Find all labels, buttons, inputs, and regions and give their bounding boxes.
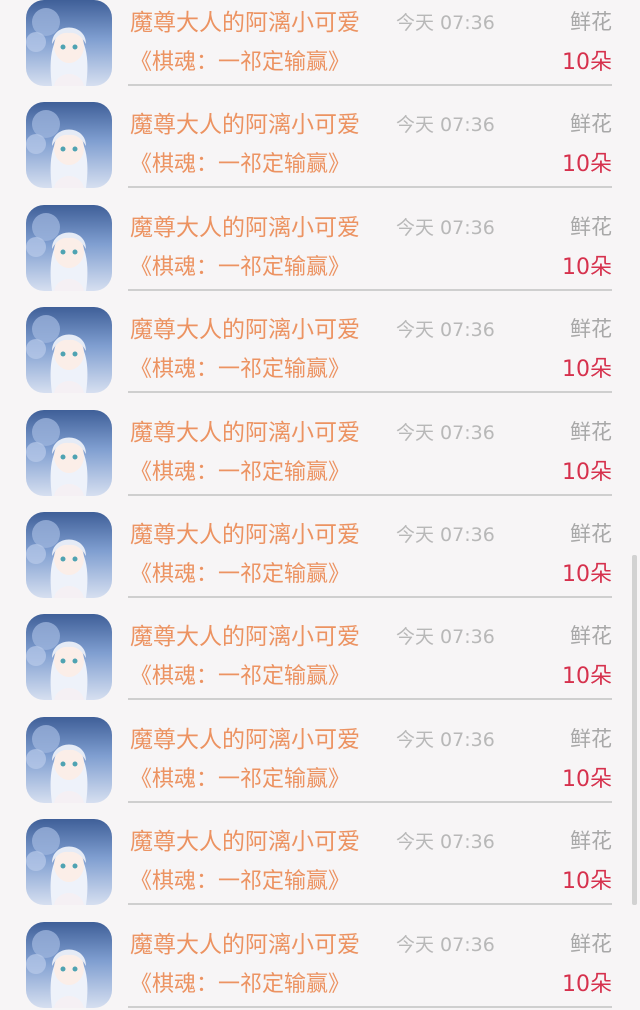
gift-record-list: 魔尊大人的阿漓小可爱 今天 07:36 鲜花 《棋魂：一祁定输赢》 10朵 魔尊…: [0, 0, 640, 1010]
sender-name: 魔尊大人的阿漓小可爱: [130, 419, 360, 446]
list-item[interactable]: 魔尊大人的阿漓小可爱 今天 07:36 鲜花 《棋魂：一祁定输赢》 10朵: [0, 0, 640, 102]
list-item[interactable]: 魔尊大人的阿漓小可爱 今天 07:36 鲜花 《棋魂：一祁定输赢》 10朵: [0, 512, 640, 614]
sender-name: 魔尊大人的阿漓小可爱: [130, 112, 360, 139]
divider: [128, 698, 612, 701]
list-item[interactable]: 魔尊大人的阿漓小可爱 今天 07:36 鲜花 《棋魂：一祁定输赢》 10朵: [0, 409, 640, 512]
gift-count: 10朵: [562, 971, 612, 997]
divider: [128, 391, 612, 394]
timestamp: 今天 07:36: [396, 12, 495, 34]
list-item[interactable]: 魔尊大人的阿漓小可爱 今天 07:36 鲜花 《棋魂：一祁定输赢》 10朵: [0, 204, 640, 307]
timestamp: 今天 07:36: [396, 421, 495, 444]
book-title: 《棋魂：一祁定输赢》: [130, 664, 351, 690]
gift-count: 10朵: [562, 459, 612, 485]
divider: [128, 288, 612, 291]
list-item[interactable]: 魔尊大人的阿漓小可爱 今天 07:36 鲜花 《棋魂：一祁定输赢》 10朵: [0, 307, 640, 409]
gift-type: 鲜花: [570, 317, 612, 342]
gift-type: 鲜花: [570, 931, 612, 956]
divider: [128, 186, 612, 189]
sender-name: 魔尊大人的阿漓小可爱: [130, 10, 360, 36]
divider: [128, 596, 612, 598]
book-title: 《棋魂：一祁定输赢》: [130, 357, 351, 383]
list-item[interactable]: 魔尊大人的阿漓小可爱 今天 07:36 鲜花 《棋魂：一祁定输赢》 10朵: [0, 614, 640, 716]
gift-count: 10朵: [562, 664, 612, 690]
anime-avatar-icon[interactable]: [26, 512, 112, 598]
divider: [128, 1005, 612, 1008]
list-item[interactable]: 魔尊大人的阿漓小可爱 今天 07:36 鲜花 《棋魂：一祁定输赢》 10朵: [0, 716, 640, 819]
gift-count: 10朵: [562, 562, 612, 587]
sender-name: 魔尊大人的阿漓小可爱: [130, 931, 360, 958]
timestamp: 今天 07:36: [396, 216, 495, 239]
divider: [128, 800, 612, 803]
anime-avatar-icon[interactable]: [26, 307, 112, 394]
book-title: 《棋魂：一祁定输赢》: [130, 562, 351, 587]
gift-type: 鲜花: [570, 10, 612, 34]
gift-type: 鲜花: [570, 214, 612, 239]
gift-type: 鲜花: [570, 522, 612, 546]
gift-count: 10朵: [562, 766, 612, 792]
timestamp: 今天 07:36: [396, 831, 495, 854]
list-item[interactable]: 魔尊大人的阿漓小可爱 今天 07:36 鲜花 《棋魂：一祁定输赢》 10朵: [0, 819, 640, 921]
divider: [128, 493, 612, 496]
book-title: 《棋魂：一祁定输赢》: [130, 766, 351, 792]
anime-avatar-icon[interactable]: [26, 0, 112, 86]
gift-count: 10朵: [562, 869, 612, 895]
anime-avatar-icon[interactable]: [26, 204, 112, 291]
book-title: 《棋魂：一祁定输赢》: [130, 869, 351, 895]
gift-count: 10朵: [562, 50, 612, 75]
anime-avatar-icon[interactable]: [26, 409, 112, 496]
gift-count: 10朵: [562, 152, 612, 178]
divider: [128, 903, 612, 906]
gift-count: 10朵: [562, 357, 612, 383]
sender-name: 魔尊大人的阿漓小可爱: [130, 522, 360, 548]
anime-avatar-icon[interactable]: [26, 102, 112, 189]
divider: [128, 84, 612, 86]
anime-avatar-icon[interactable]: [26, 819, 112, 906]
list-item[interactable]: 魔尊大人的阿漓小可爱 今天 07:36 鲜花 《棋魂：一祁定输赢》 10朵: [0, 921, 640, 1010]
gift-type: 鲜花: [570, 726, 612, 751]
timestamp: 今天 07:36: [396, 728, 495, 751]
gift-type: 鲜花: [570, 112, 612, 137]
sender-name: 魔尊大人的阿漓小可爱: [130, 726, 360, 753]
anime-avatar-icon[interactable]: [26, 716, 112, 803]
timestamp: 今天 07:36: [396, 626, 495, 649]
gift-type: 鲜花: [570, 419, 612, 444]
scrollbar[interactable]: [632, 555, 637, 905]
list-item[interactable]: 魔尊大人的阿漓小可爱 今天 07:36 鲜花 《棋魂：一祁定输赢》 10朵: [0, 102, 640, 204]
gift-type: 鲜花: [570, 829, 612, 854]
timestamp: 今天 07:36: [396, 114, 495, 137]
anime-avatar-icon[interactable]: [26, 921, 112, 1008]
book-title: 《棋魂：一祁定输赢》: [130, 254, 351, 280]
gift-type: 鲜花: [570, 624, 612, 649]
sender-name: 魔尊大人的阿漓小可爱: [130, 317, 360, 344]
book-title: 《棋魂：一祁定输赢》: [130, 971, 351, 997]
book-title: 《棋魂：一祁定输赢》: [130, 459, 351, 485]
sender-name: 魔尊大人的阿漓小可爱: [130, 624, 360, 651]
book-title: 《棋魂：一祁定输赢》: [130, 50, 351, 75]
timestamp: 今天 07:36: [396, 319, 495, 342]
timestamp: 今天 07:36: [396, 933, 495, 956]
anime-avatar-icon[interactable]: [26, 614, 112, 701]
timestamp: 今天 07:36: [396, 524, 495, 546]
sender-name: 魔尊大人的阿漓小可爱: [130, 829, 360, 856]
sender-name: 魔尊大人的阿漓小可爱: [130, 214, 360, 241]
gift-count: 10朵: [562, 254, 612, 280]
book-title: 《棋魂：一祁定输赢》: [130, 152, 351, 178]
